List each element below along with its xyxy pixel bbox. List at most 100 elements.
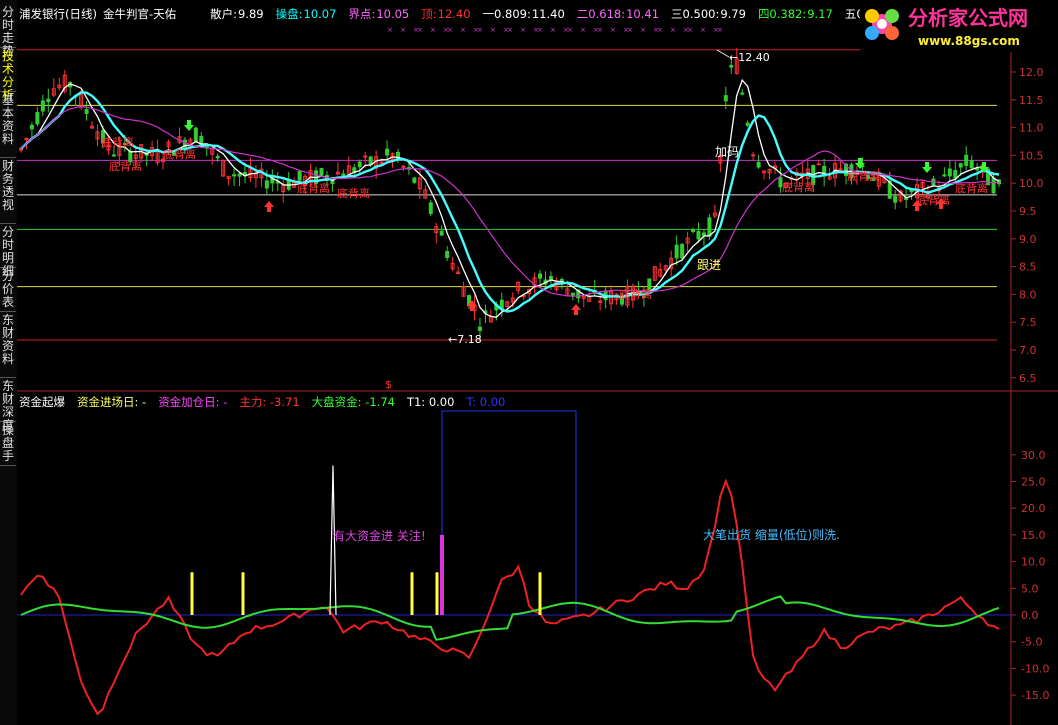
indicator-axis-label: 5.0	[1021, 582, 1039, 595]
indicator-header: 资金起爆 资金进场日: - 资金加仓日: - 主力: -3.71 大盘资金: -1.74…	[19, 394, 517, 410]
indicator-header-item-3: 主力: -3.71	[239, 395, 300, 409]
candle-body	[46, 98, 51, 103]
divergence-label: 底背离	[101, 135, 134, 149]
signal-marker: ×	[567, 26, 573, 34]
indicator-axis-label: -10.0	[1021, 662, 1049, 675]
header-item-6: 三0.500:9.79	[671, 7, 752, 21]
candle-body	[35, 112, 40, 125]
candle-body	[559, 279, 564, 282]
candle-body	[538, 273, 543, 279]
chart-header: 浦发银行(日线) 金牛判官-天佑 散户:9.89 操盘:10.07 界点:10.05 顶:…	[19, 6, 923, 22]
header-item-value: 12.40	[437, 7, 471, 21]
indicator-header-item-2: 资金加仓日: -	[158, 395, 228, 409]
candle-body	[816, 163, 821, 166]
sidebar-tab-2[interactable]: 基 本 资 料	[0, 92, 16, 158]
signal-marker: ×	[700, 26, 706, 34]
header-item-value: 10.41	[626, 7, 660, 21]
candle-body	[297, 170, 302, 181]
sidebar-tab-5[interactable]: 分 价 表	[0, 268, 16, 312]
candle-body	[264, 180, 269, 189]
indicator-axis-label: 15.0	[1021, 529, 1046, 542]
indicator-header-item-6: T: 0.00	[466, 395, 506, 409]
header-item-label: 一0.809:	[482, 7, 531, 21]
signal-marker: ×	[490, 26, 496, 34]
sidebar-tab-0[interactable]: 分 时 走 势	[0, 4, 16, 58]
signal-marker: ×	[447, 26, 453, 34]
candle-body	[29, 124, 34, 130]
signal-marker: ×	[430, 26, 436, 34]
genjin-label: 跟进	[697, 258, 721, 272]
indicator-name: 金牛判官-天佑	[102, 7, 177, 21]
candle-body	[357, 161, 362, 168]
signal-marker: ×	[610, 26, 616, 34]
candle-body	[445, 251, 450, 258]
header-item-label: 二0.618:	[576, 7, 626, 21]
candle-body	[947, 168, 952, 177]
divergence-label: 底背离	[297, 181, 330, 195]
candle-body	[942, 174, 947, 177]
candle-body	[428, 202, 433, 214]
signal-marker: ×	[400, 26, 406, 34]
candle-body	[674, 244, 679, 259]
candle-body	[477, 326, 482, 331]
indicator-header-item-4: 大盘资金: -1.74	[311, 395, 395, 409]
low-price-label: ←7.18	[448, 333, 482, 346]
candle-body	[958, 163, 963, 168]
header-item-7: 四0.382:9.17	[758, 7, 839, 21]
header-item-value: 11.40	[531, 7, 565, 21]
signal-marker: ×	[670, 26, 676, 34]
price-axis-label: 8.5	[1019, 261, 1037, 274]
candle-body	[991, 177, 996, 194]
candle-body	[756, 161, 761, 168]
candle-body	[740, 92, 745, 95]
big-money-label: 有大资金进 关注!	[333, 528, 426, 543]
divergence-label: 底背离	[619, 287, 652, 301]
candle-body	[111, 154, 116, 157]
signal-marker: ×	[580, 26, 586, 34]
candle-body	[953, 170, 958, 179]
candle-body	[707, 217, 712, 237]
main-chart-area: 12.0 11.5 11.0 10.5 10.0 9.5 9.0 8.5 8.0 7.5 7.0 6.…	[17, 0, 1058, 725]
header-item-value: 10.07	[303, 7, 337, 21]
candle-body	[40, 100, 45, 112]
signal-marker: ×	[657, 26, 663, 34]
price-axis-label: 12.0	[1019, 66, 1044, 79]
indicator-header-item-5: T1: 0.00	[406, 395, 455, 409]
candle-body	[385, 148, 390, 156]
candle-body	[84, 109, 89, 114]
big-sell-label: 大笔出货 缩量(低位)则洗.	[703, 527, 840, 542]
signal-marker: ×	[640, 26, 646, 34]
sidebar-tab-8[interactable]: 操 盘 手	[0, 422, 16, 466]
signal-marker: ×	[507, 26, 513, 34]
header-item-value: 9.89	[238, 7, 264, 21]
header-item-3: 顶:12.40	[421, 7, 476, 21]
divergence-label: 底背离	[109, 159, 142, 173]
candle-body	[701, 232, 706, 237]
candle-body	[232, 174, 237, 177]
divergence-label: 底背离	[782, 180, 815, 194]
sidebar-tab-4[interactable]: 分 时 明 细	[0, 224, 16, 278]
candle-body	[745, 122, 750, 126]
signal-marker: ×	[550, 26, 556, 34]
price-axis-label: 11.0	[1019, 122, 1044, 135]
sidebar-tab-7[interactable]: 东 财 深 度	[0, 378, 16, 432]
candle-body	[969, 159, 974, 169]
indicator-axis-label: 20.0	[1021, 502, 1046, 515]
divergence-label: 底背离	[955, 181, 988, 195]
header-item-label: 散户:	[210, 7, 238, 21]
sidebar-tab-3[interactable]: 财 务 透 视	[0, 158, 16, 224]
price-axis-label: 10.5	[1019, 149, 1044, 162]
divergence-label: 底背离	[917, 193, 950, 207]
signal-marker: ×	[477, 26, 483, 34]
header-item-label: 三0.500:	[671, 7, 720, 21]
candle-body	[412, 177, 417, 183]
sidebar-tab-6[interactable]: 东 财 资 料	[0, 312, 16, 378]
header-values: 散户:9.89 操盘:10.07 界点:10.05 顶:12.40 一0.809:11.…	[210, 7, 917, 21]
sidebar: 分 时 走 势技 术 分 析基 本 资 料财 务 透 视分 时 明 细分 价 表…	[0, 0, 18, 725]
header-item-label: 界点:	[348, 7, 376, 21]
header-item-5: 二0.618:10.41	[577, 7, 665, 21]
signal-marker: ×	[520, 26, 526, 34]
price-axis-label: 6.5	[1019, 372, 1037, 385]
high-price-label: ←12.40	[729, 51, 770, 64]
sidebar-tab-1[interactable]: 技 术 分 析	[0, 48, 16, 102]
